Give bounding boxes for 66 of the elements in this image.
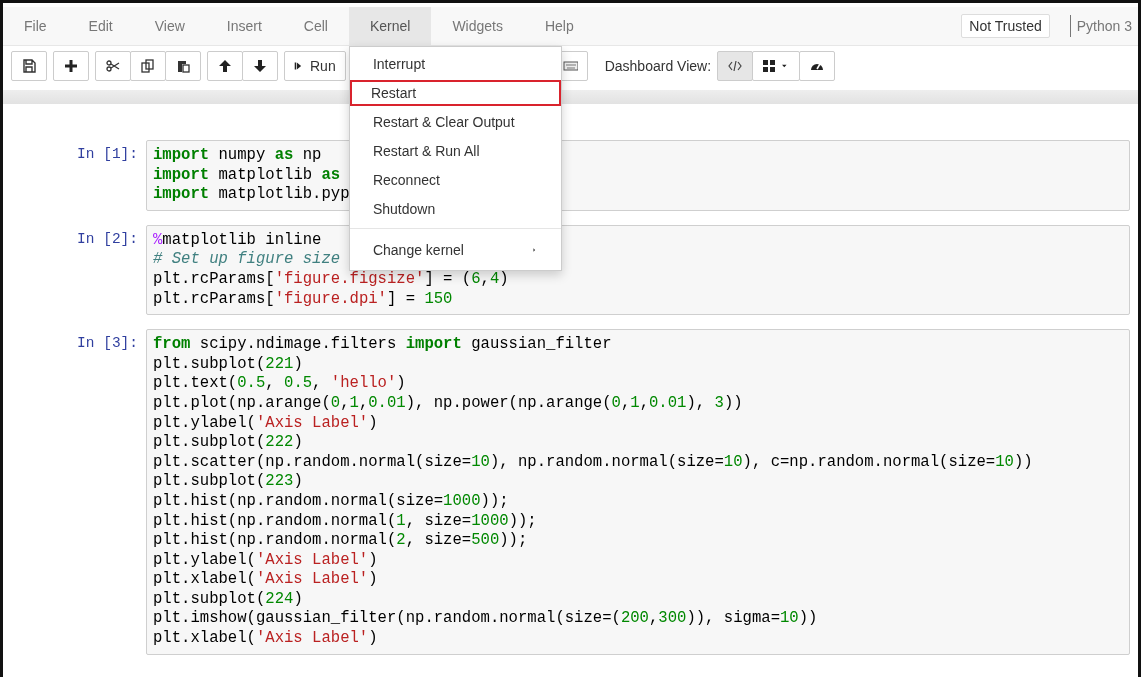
menu-item[interactable]: Kernel [348, 7, 432, 45]
code-cell[interactable] [146, 329, 1130, 655]
code-line: plt.xlabel('Axis Label') [153, 570, 378, 590]
arrow-up-icon [218, 59, 232, 73]
input-prompt: In [2]: [76, 229, 139, 247]
dashboard-view-label: Dashboard View: [604, 58, 712, 74]
menu-item[interactable]: Help [523, 7, 595, 45]
move-down-button[interactable] [242, 51, 278, 81]
arrow-down-icon [253, 59, 267, 73]
run-button[interactable]: Run [284, 51, 346, 81]
input-prompt: In [1]: [76, 145, 139, 162]
dashboard-button[interactable] [799, 51, 836, 81]
code-line: plt.subplot(222) [153, 433, 303, 453]
copy-icon [141, 59, 155, 73]
code-line: import numpy as np [153, 146, 322, 166]
save-button[interactable] [11, 51, 47, 81]
cut-button[interactable] [95, 51, 131, 81]
code-line: plt.hist(np.random.normal(2, size=500)); [153, 531, 528, 551]
code-line: plt.scatter(np.random.normal(size=10), np.random.normal(size=10), c=np.random.normal(size=10)) [153, 452, 1033, 473]
code-line: plt.subplot(221) [153, 354, 303, 375]
code-view-button[interactable] [717, 51, 754, 81]
code-line: # Set up figure size [153, 250, 341, 270]
scissors-icon [106, 59, 120, 73]
code-line: plt.ylabel('Axis Label') [153, 550, 378, 571]
code-line: plt.hist(np.random.normal(size=1000)); [153, 491, 509, 512]
menu-option[interactable]: Restart & Clear Output [349, 109, 561, 135]
code-line: %matplotlib inline [153, 230, 322, 251]
menu-option[interactable]: Change kernel [349, 237, 561, 263]
code-line: plt.subplot(223) [153, 472, 303, 492]
paste-button[interactable] [165, 51, 201, 81]
code-line: plt.subplot(224) [153, 589, 303, 610]
code-line: plt.rcParams['figure.dpi'] = 150 [153, 289, 453, 310]
code-line: plt.plot(np.arange(0,1,0.01), np.power(np.arange(0,1,0.01), 3)) [153, 393, 743, 414]
menu-item[interactable]: File [3, 7, 68, 45]
code-line: plt.hist(np.random.normal(1, size=1000)); [153, 511, 537, 532]
clipboard-icon [176, 59, 190, 73]
menu-option[interactable]: Restart & Run All [349, 138, 561, 164]
code-line: import matplotlib as [153, 165, 341, 186]
menu-item[interactable]: Widgets [431, 7, 524, 45]
menu-option[interactable]: Reconnect [349, 167, 561, 193]
code-icon [728, 59, 743, 73]
menu-item[interactable]: Insert [205, 7, 283, 45]
code-line: plt.imshow(gaussian_filter(np.random.normal(size=(200,300)), sigma=10)) [153, 609, 818, 630]
grid-view-button[interactable] [752, 51, 801, 81]
code-line: plt.rcParams['figure.figsize'] = (6,4) [153, 269, 509, 290]
input-prompt: In [3]: [76, 334, 139, 352]
menu-item[interactable]: Edit [67, 7, 134, 45]
menu-item[interactable]: Cell [282, 7, 349, 45]
add-cell-button[interactable] [53, 51, 89, 81]
keyboard-icon [561, 59, 578, 73]
plus-icon [64, 59, 78, 73]
code-line: plt.xlabel('Axis Label') [153, 629, 378, 649]
code-line: plt.text(0.5, 0.5, 'hello') [153, 374, 406, 394]
grid-icon [762, 59, 777, 73]
move-up-button[interactable] [207, 51, 243, 81]
code-line: from scipy.ndimage.filters import gaussian_filter [153, 335, 612, 355]
kernel-name: Python 3 [1069, 15, 1132, 37]
menu-item[interactable]: View [133, 7, 206, 45]
save-icon [22, 59, 36, 73]
not-trusted-button[interactable]: Not Trusted [961, 14, 1050, 38]
menu-option[interactable]: Restart [349, 80, 561, 106]
copy-button[interactable] [130, 51, 166, 81]
code-line: import matplotlib.pyp [153, 185, 350, 205]
code-line: plt.ylabel('Axis Label') [153, 413, 378, 434]
step-icon [294, 59, 304, 73]
menu-option[interactable]: Interrupt [349, 51, 561, 77]
